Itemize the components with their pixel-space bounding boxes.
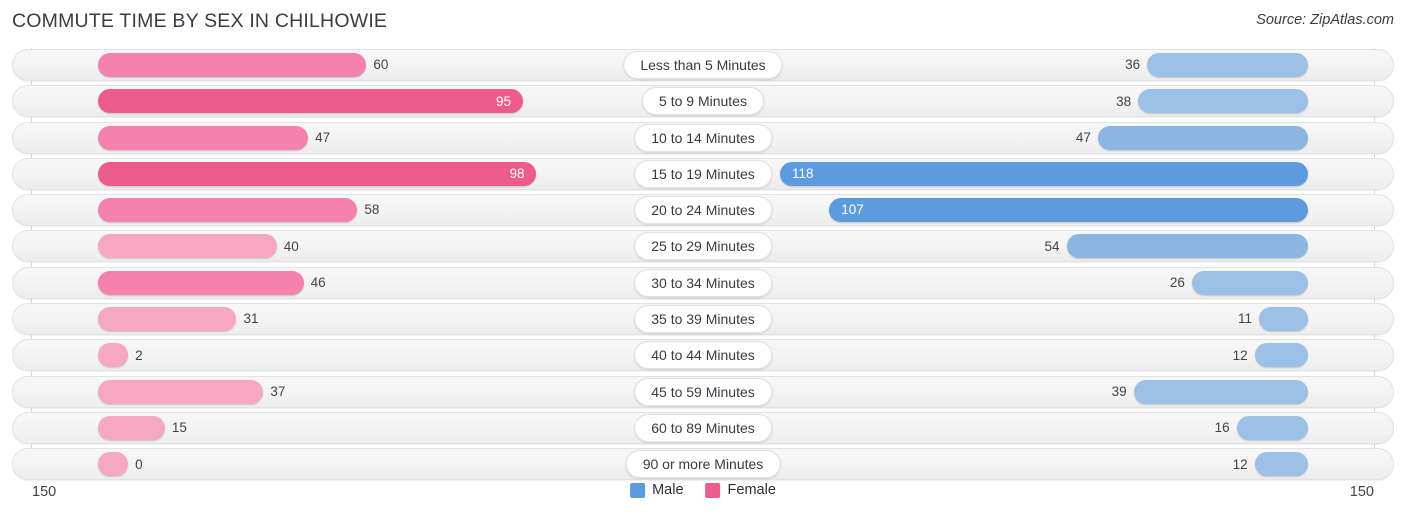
source-attribution: Source: ZipAtlas.com: [1256, 12, 1394, 28]
category-label: Less than 5 Minutes: [623, 51, 783, 79]
female-value-label: 37: [270, 383, 286, 399]
chart-legend: Male Female: [630, 483, 776, 498]
category-label: 35 to 39 Minutes: [634, 305, 772, 334]
female-value-label: 47: [315, 129, 331, 145]
female-value-label: 15: [171, 420, 187, 436]
plot-area: 36 60 Less than 5 Minutes 38 95 5 to 9 Minute…: [12, 48, 1394, 482]
chart-row: 26 46 30 to 34 Minutes: [12, 266, 1394, 300]
chart-root: COMMUTE TIME BY SEX IN CHILHOWIE Source:…: [0, 0, 1406, 522]
female-bar[interactable]: [97, 270, 304, 295]
male-value-label: 118: [791, 166, 814, 182]
female-value-label: 2: [135, 347, 143, 363]
category-label: 10 to 14 Minutes: [634, 123, 772, 152]
chart-row: 11 31 35 to 39 Minutes: [12, 302, 1394, 336]
legend-item[interactable]: Male: [630, 482, 684, 499]
female-bar[interactable]: [97, 307, 237, 332]
male-value-label: 36: [1125, 57, 1141, 73]
legend-label: Female: [727, 482, 776, 499]
female-bar[interactable]: [97, 415, 165, 440]
male-bar[interactable]: [1254, 452, 1309, 477]
male-bar[interactable]: [1191, 270, 1309, 295]
female-bar[interactable]: 98: [97, 161, 537, 186]
bar-rows-container: 36 60 Less than 5 Minutes 38 95 5 to 9 Minute…: [12, 48, 1394, 482]
male-bar[interactable]: [1236, 415, 1309, 440]
male-value-label: 12: [1232, 456, 1248, 472]
female-value-label: 40: [283, 238, 299, 254]
female-bar[interactable]: 95: [97, 89, 524, 114]
category-label: 60 to 89 Minutes: [634, 413, 772, 442]
category-label: 15 to 19 Minutes: [634, 159, 772, 188]
male-bar[interactable]: [1066, 234, 1309, 259]
female-bar[interactable]: [97, 234, 277, 259]
legend-label: Male: [652, 482, 684, 499]
female-value-label: 31: [243, 311, 259, 327]
female-value-label: 0: [135, 456, 143, 472]
female-value-label: 60: [373, 57, 389, 73]
female-value-label: 46: [310, 275, 326, 291]
chart-row: 47 47 10 to 14 Minutes: [12, 121, 1394, 155]
female-bar[interactable]: [97, 125, 309, 150]
female-bar[interactable]: [97, 379, 264, 404]
chart-row: 118 98 15 to 19 Minutes: [12, 157, 1394, 191]
legend-swatch-icon: [630, 483, 646, 498]
category-label: 90 or more Minutes: [625, 450, 781, 479]
male-value-label: 47: [1075, 129, 1091, 145]
male-bar[interactable]: 118: [779, 161, 1309, 186]
male-value-label: 26: [1169, 275, 1185, 291]
male-value-label: 11: [1238, 311, 1253, 327]
male-value-label: 16: [1214, 420, 1230, 436]
female-bar[interactable]: [97, 452, 129, 477]
chart-footer: 150 150 Male Female: [12, 482, 1394, 516]
chart-row: 12 2 40 to 44 Minutes: [12, 338, 1394, 372]
legend-item[interactable]: Female: [705, 482, 776, 499]
chart-row: 16 15 60 to 89 Minutes: [12, 411, 1394, 445]
category-label: 45 to 59 Minutes: [634, 377, 772, 406]
legend-swatch-icon: [705, 483, 721, 498]
chart-header: COMMUTE TIME BY SEX IN CHILHOWIE Source:…: [0, 0, 1406, 44]
chart-row: 12 0 90 or more Minutes: [12, 447, 1394, 481]
chart-row: 38 95 5 to 9 Minutes: [12, 84, 1394, 118]
male-value-label: 107: [841, 202, 864, 218]
female-bar[interactable]: [97, 198, 358, 223]
male-bar[interactable]: [1133, 379, 1309, 404]
category-label: 40 to 44 Minutes: [634, 341, 772, 370]
female-value-label: 95: [496, 93, 512, 109]
category-label: 20 to 24 Minutes: [634, 196, 772, 225]
axis-label-right: 150: [1349, 484, 1374, 500]
male-bar[interactable]: [1259, 307, 1309, 332]
chart-row: 39 37 45 to 59 Minutes: [12, 375, 1394, 409]
male-value-label: 38: [1116, 93, 1132, 109]
chart-row: 54 40 25 to 29 Minutes: [12, 229, 1394, 263]
male-bar[interactable]: [1138, 89, 1309, 114]
male-bar[interactable]: [1254, 343, 1309, 368]
male-value-label: 39: [1111, 383, 1127, 399]
axis-label-left: 150: [32, 484, 57, 500]
male-bar[interactable]: 107: [829, 198, 1309, 223]
category-label: 25 to 29 Minutes: [634, 232, 772, 261]
female-bar[interactable]: [97, 53, 367, 77]
chart-row: 36 60 Less than 5 Minutes: [12, 48, 1394, 82]
female-value-label: 58: [364, 202, 380, 218]
category-label: 30 to 34 Minutes: [634, 268, 772, 297]
male-bar[interactable]: [1097, 125, 1309, 150]
male-value-label: 12: [1232, 347, 1248, 363]
category-label: 5 to 9 Minutes: [642, 87, 764, 116]
chart-row: 107 58 20 to 24 Minutes: [12, 193, 1394, 227]
female-value-label: 98: [509, 166, 525, 182]
page-title: COMMUTE TIME BY SEX IN CHILHOWIE: [12, 10, 388, 32]
female-bar[interactable]: [97, 343, 129, 368]
male-value-label: 54: [1044, 238, 1060, 254]
male-bar[interactable]: [1147, 53, 1309, 77]
